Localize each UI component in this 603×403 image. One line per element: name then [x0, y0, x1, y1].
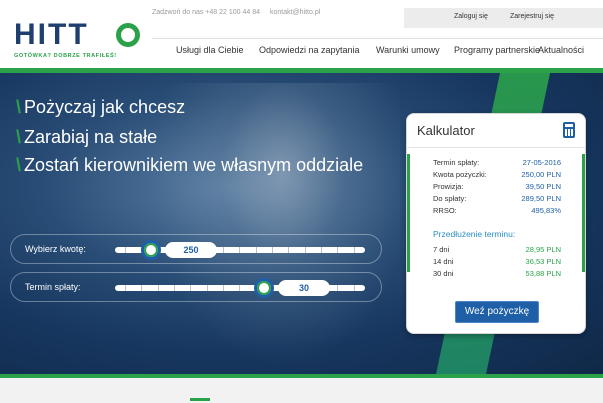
content-strip — [0, 378, 603, 403]
logo-tagline: GOTÓWKA? DOBRZE TRAFIŁEŚ! — [14, 53, 117, 59]
slogan-text: Pożyczaj jak chcesz — [24, 97, 186, 117]
calc-row-term: Termin spłaty: 27-05-2016 — [433, 158, 561, 167]
calc-row-apr: RRSO: 495,83% — [433, 206, 561, 215]
calc-row-amount: Kwota pożyczki: 250,00 PLN — [433, 170, 561, 179]
extension-row-7[interactable]: 7 dni 28,95 PLN — [433, 245, 561, 254]
slogan-text: Zarabiaj na stałe — [24, 127, 158, 147]
calculator-icon — [563, 122, 575, 138]
term-slider-track[interactable]: 30 — [115, 278, 365, 298]
take-loan-button[interactable]: Weź pożyczkę — [455, 301, 539, 323]
calc-value: 289,50 PLN — [521, 194, 561, 203]
calc-label: Prowizja: — [433, 182, 464, 191]
nav-item-services[interactable]: Usługi dla Ciebie — [176, 45, 244, 55]
calc-row-fee: Prowizja: 39,50 PLN — [433, 182, 561, 191]
main-nav: Usługi dla Ciebie Odpowiedzi na zapytani… — [152, 38, 603, 62]
extension-title: Przedłużenie terminu: — [433, 229, 516, 239]
site-header: HITT GOTÓWKA? DOBRZE TRAFIŁEŚ! Zadzwoń d… — [0, 0, 603, 68]
amount-slider-handle[interactable] — [141, 240, 161, 260]
logo-wordmark: HITT — [14, 18, 89, 51]
calculator-header: Kalkulator — [407, 114, 585, 148]
slogan-tick-icon: \ — [16, 97, 22, 117]
extension-label: 30 dni — [433, 269, 454, 278]
nav-item-terms[interactable]: Warunki umowy — [376, 45, 440, 55]
slogan-tick-icon: \ — [16, 127, 22, 147]
extension-value: 53,88 PLN — [525, 269, 561, 278]
calculator-title: Kalkulator — [417, 123, 475, 138]
logo[interactable]: HITT GOTÓWKA? DOBRZE TRAFIŁEŚ! — [14, 18, 140, 60]
logo-o-icon — [116, 23, 140, 47]
term-slider-label: Termin spłaty: — [25, 282, 81, 292]
slogan-3: \ Zostań kierownikiem we własnym oddziale — [16, 155, 363, 176]
calc-label: RRSO: — [433, 206, 457, 215]
amount-value: 250 — [165, 242, 217, 258]
extension-value: 28,95 PLN — [525, 245, 561, 254]
calc-value: 27-05-2016 — [522, 158, 561, 167]
slogan-2: \ Zarabiaj na stałe — [16, 127, 157, 148]
calc-label: Do spłaty: — [433, 194, 467, 203]
amount-slider-track[interactable]: 250 — [115, 240, 365, 260]
term-value: 30 — [278, 280, 330, 296]
hero-banner: \ Pożyczaj jak chcesz \ Zarabiaj na stałe … — [0, 73, 603, 374]
amount-slider-row: Wybierz kwotę: 250 — [10, 234, 382, 264]
extension-value: 36,53 PLN — [525, 257, 561, 266]
slogan-tick-icon: \ — [16, 155, 22, 175]
contact-bar: Zadzwoń do nas +48 22 100 44 84 kontakt@… — [152, 9, 328, 16]
calc-value: 250,00 PLN — [521, 170, 561, 179]
contact-phone[interactable]: Zadzwoń do nas +48 22 100 44 84 — [152, 9, 260, 16]
slogan-text: Zostań kierownikiem we własnym oddziale — [24, 155, 364, 175]
term-slider-row: Termin spłaty: 30 — [10, 272, 382, 302]
term-slider-handle[interactable] — [254, 278, 274, 298]
calc-value: 495,83% — [531, 206, 561, 215]
nav-item-news[interactable]: Aktualności — [538, 45, 584, 55]
calc-row-total: Do spłaty: 289,50 PLN — [433, 194, 561, 203]
extension-row-30[interactable]: 30 dni 53,88 PLN — [433, 269, 561, 278]
login-link[interactable]: Zaloguj się — [454, 13, 488, 20]
calc-label: Kwota pożyczki: — [433, 170, 487, 179]
calculator-panel: Kalkulator Termin spłaty: 27-05-2016 Kwot… — [406, 113, 586, 334]
auth-bar: Zaloguj się Zarejestruj się — [404, 8, 603, 28]
contact-email[interactable]: kontakt@hitto.pl — [270, 9, 320, 16]
extension-label: 7 dni — [433, 245, 450, 254]
nav-item-partners[interactable]: Programy partnerskie — [454, 45, 540, 55]
calc-value: 39,50 PLN — [525, 182, 561, 191]
calc-label: Termin spłaty: — [433, 158, 480, 167]
section-marker — [190, 398, 210, 401]
register-link[interactable]: Zarejestruj się — [510, 13, 554, 20]
extension-row-14[interactable]: 14 dni 36,53 PLN — [433, 257, 561, 266]
calculator-accent-right — [582, 154, 585, 272]
nav-item-faq[interactable]: Odpowiedzi na zapytania — [259, 45, 360, 55]
hero-photo — [140, 83, 400, 374]
extension-label: 14 dni — [433, 257, 454, 266]
slogan-1: \ Pożyczaj jak chcesz — [16, 97, 185, 118]
calculator-accent-left — [407, 154, 410, 272]
amount-slider-label: Wybierz kwotę: — [25, 244, 86, 254]
